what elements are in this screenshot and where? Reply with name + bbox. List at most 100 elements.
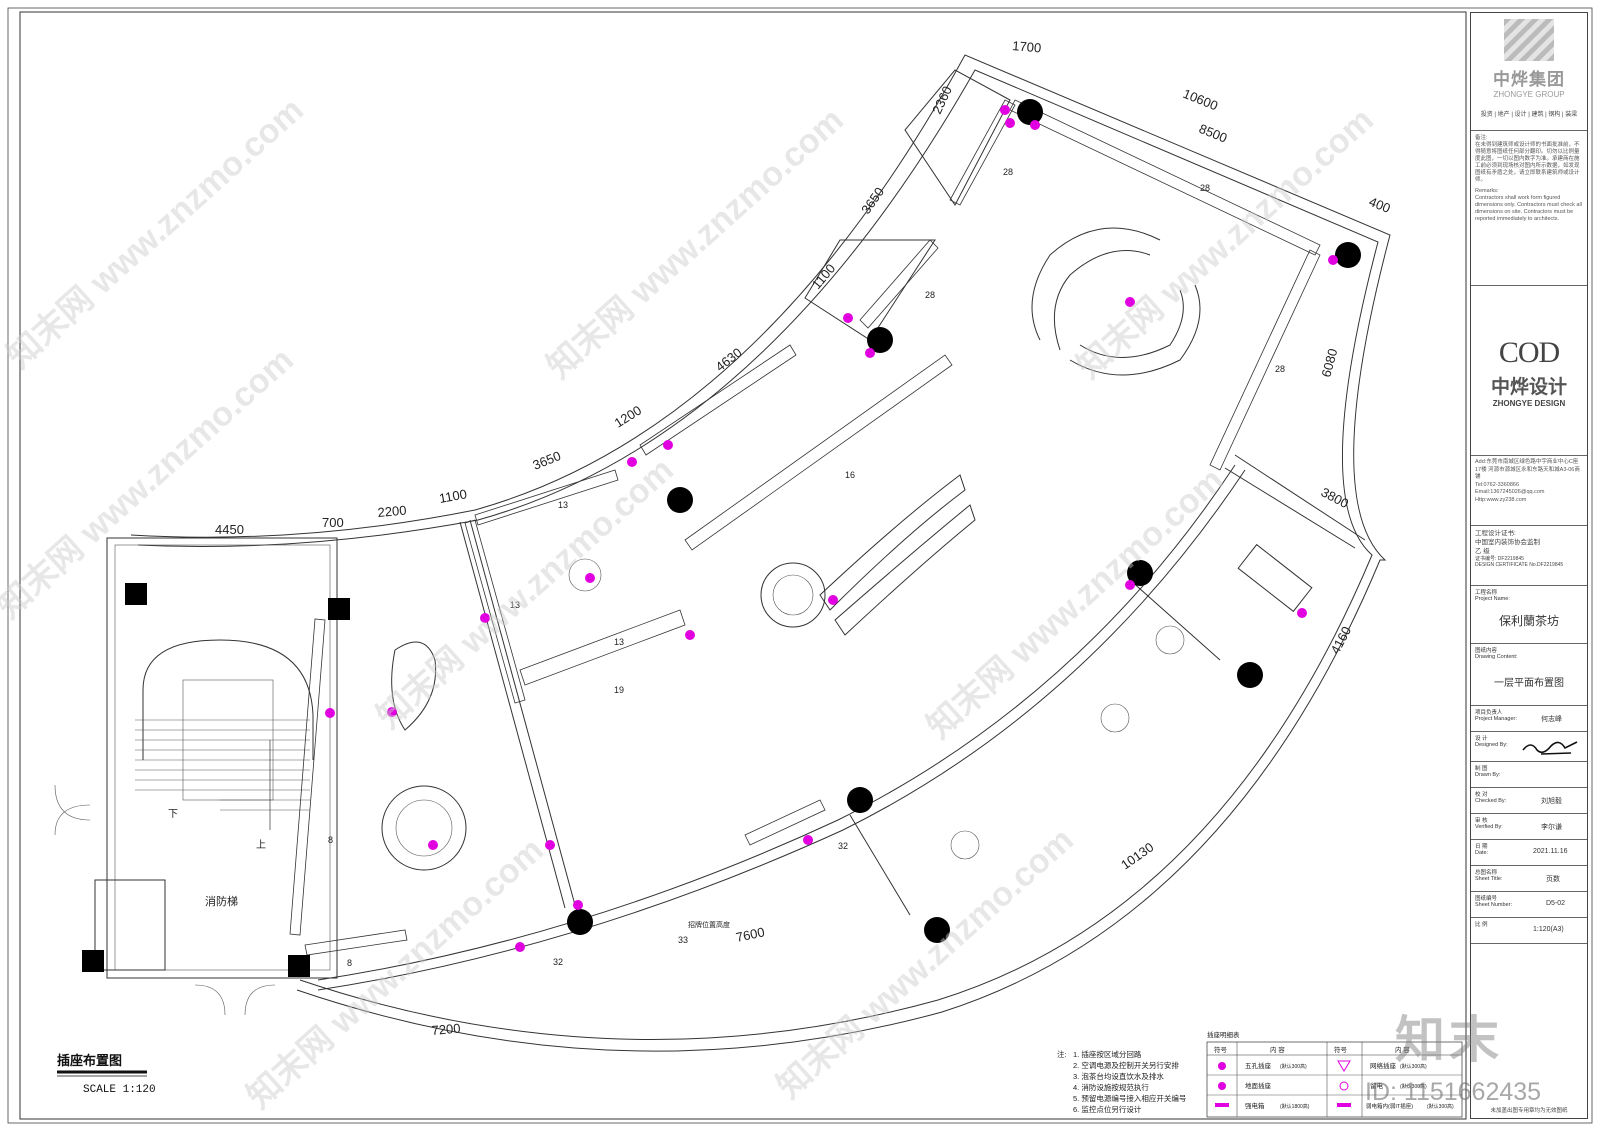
circuit-tag: 16 xyxy=(845,470,855,480)
designed-row: 设 计 Designed By: xyxy=(1471,732,1587,762)
note-item: 5. 预留电源编号接入相应开关编号 xyxy=(1073,1093,1186,1103)
sheet-number-label: 图纸编号 xyxy=(1475,896,1498,902)
door-swing-bottom xyxy=(194,984,276,1016)
drawn-row: 制 图 Drawn By: xyxy=(1471,762,1587,788)
drawing-scale: SCALE 1:120 xyxy=(83,1084,156,1096)
dim-4630: 4630 xyxy=(713,345,745,375)
dim-7600: 7600 xyxy=(735,924,766,945)
stair-label: 消防梯 xyxy=(205,894,238,908)
footer-note: 未加盖出图专用章均为无效图纸 xyxy=(1490,1108,1568,1114)
drawing-title: 插座布置图 xyxy=(57,1053,122,1068)
network-outlet-icon xyxy=(1337,1060,1351,1072)
legend-row-right: 网络插座 xyxy=(1370,1061,1397,1070)
watermark-text: 知末网 www.znzmo.com xyxy=(920,461,1231,746)
address: Add:东莞市南城区绿色路中宇商业中心C座17楼 河源市源城区永和东路天和城A3… xyxy=(1475,459,1580,480)
legend-title: 插座明细表 xyxy=(1207,1030,1240,1039)
group-logo-section: 中烨集团 ZHONGYE GROUP 投资 | 地产 | 设计 | 建筑 | 钢… xyxy=(1471,13,1587,131)
drawing-content-name: 一层平面布置图 xyxy=(1494,678,1564,689)
dim-10600: 10600 xyxy=(1181,86,1220,113)
cert-org: 中国室内装饰协会监制 xyxy=(1475,539,1540,546)
stair-down-label: 下 xyxy=(168,809,178,820)
dim-400: 400 xyxy=(1367,194,1393,216)
manager-name: 何志峰 xyxy=(1541,716,1562,723)
remarks-en-label: Remarks: xyxy=(1475,188,1499,194)
power-box-icon xyxy=(1215,1103,1229,1107)
circuit-tag: 28 xyxy=(925,290,935,300)
date-row: 日 期 Date: 2021.11.16 xyxy=(1471,840,1587,866)
drawing-content-label-en: Drawing Content: xyxy=(1475,654,1518,660)
door-swing-left xyxy=(54,784,91,836)
sign-height-note: 招牌位置高度 xyxy=(688,920,730,929)
tel: Tel:0762-3360866 xyxy=(1475,481,1520,488)
verified-name: 李尔谦 xyxy=(1541,824,1562,831)
website: Http:www.zy238.com xyxy=(1475,496,1527,503)
floor-plan-sheet: 1700 10600 8500 400 2360 3650 1100 4630 … xyxy=(0,7,1593,1124)
dim-3800: 3800 xyxy=(1319,484,1352,511)
circuit-tag: 28 xyxy=(1003,167,1013,177)
dim-4450: 4450 xyxy=(215,522,244,537)
watermark-text: 知末网 www.znzmo.com xyxy=(770,821,1081,1106)
dimensions: 1700 10600 8500 400 2360 3650 1100 4630 … xyxy=(215,38,1393,1038)
circuit-tag: 33 xyxy=(678,935,688,945)
legend-row-left: 五孔插座 xyxy=(1245,1061,1272,1070)
circuit-tag: 32 xyxy=(838,841,848,851)
watermark-text: 知末网 www.znzmo.com xyxy=(0,91,311,376)
reserved-power-icon xyxy=(1339,1081,1349,1091)
circuit-tag: 13 xyxy=(614,637,624,647)
watermark-text: 知末网 www.znzmo.com xyxy=(1070,101,1381,386)
certificate-section: 工程设计证书: 中国室内装饰协会监制 乙 级 证书编号: DF2219845 D… xyxy=(1471,526,1587,586)
remarks-section: 备注: 在未得到建筑师或设计师的书面批准前，不得随意将图纸任何部分翻印。切勿以比… xyxy=(1471,131,1587,286)
legend-row-left-note: (默认1800高) xyxy=(1280,1103,1310,1110)
stair-treads xyxy=(135,719,310,811)
circuit-tag: 8 xyxy=(328,835,333,845)
designer-signature xyxy=(1522,741,1578,755)
group-services: 投资 | 地产 | 设计 | 建筑 | 钢构 | 装梁 xyxy=(1480,112,1578,118)
watermark-layer: 知末网 www.znzmo.com 知末网 www.znzmo.com 知末网 … xyxy=(0,91,1381,1116)
sheet-number-label-en: Sheet Number: xyxy=(1475,902,1512,908)
note-item: 1. 插座按区域分回路 xyxy=(1073,1049,1142,1059)
verified-label: 审 核 xyxy=(1475,818,1488,824)
design-logo: COD xyxy=(1498,336,1560,369)
floor-outlet-icon xyxy=(1218,1082,1226,1090)
dim-1200: 1200 xyxy=(612,402,644,430)
design-logo-section: COD 中烨设计 ZHONGYE DESIGN xyxy=(1471,286,1587,456)
note-item: 6. 监控点位另行设计 xyxy=(1073,1104,1142,1114)
legend-header-content: 内 容 xyxy=(1270,1045,1285,1054)
cert-label: 工程设计证书: xyxy=(1475,530,1516,537)
general-notes: 注: 1. 插座按区域分回路 2. 空调电源及控制开关另行安排 3. 泡茶台均设… xyxy=(1057,1049,1186,1114)
design-name: 中烨设计 xyxy=(1490,377,1567,398)
back-room-2 xyxy=(904,69,1011,206)
verified-row: 审 核 Verified By: 李尔谦 xyxy=(1471,814,1587,840)
dim-2200: 2200 xyxy=(377,503,407,520)
dim-10130: 10130 xyxy=(1118,839,1156,872)
group-name-en: ZHONGYE GROUP xyxy=(1493,90,1565,99)
verified-label-en: Verified By: xyxy=(1475,824,1503,830)
checked-name: 刘旭毅 xyxy=(1541,798,1562,805)
notes-label: 注: xyxy=(1057,1049,1067,1059)
legend-row-left: 地面插座 xyxy=(1245,1081,1272,1090)
project-label: 工程名称 xyxy=(1475,590,1498,596)
watermark-text: 知末网 www.znzmo.com xyxy=(540,101,851,386)
partition-d2 xyxy=(1224,467,1356,549)
sheet-title-value: 页数 xyxy=(1546,876,1560,883)
circuit-tag: 28 xyxy=(1200,183,1210,193)
project-section: 工程名称 Project Name: 保利蘭茶坊 xyxy=(1471,586,1587,644)
dim-4160: 4160 xyxy=(1327,624,1354,657)
scale-label: 比 例 xyxy=(1475,922,1488,928)
dim-700: 700 xyxy=(322,515,344,530)
manager-label-en: Project Manager: xyxy=(1475,716,1517,722)
title-block: 中烨集团 ZHONGYE GROUP 投资 | 地产 | 设计 | 建筑 | 钢… xyxy=(1470,12,1588,1119)
drawing-content-section: 图纸内容 Drawing Content: 一层平面布置图 xyxy=(1471,644,1587,706)
stair-up-label: 上 xyxy=(256,839,266,851)
drawing-content-label: 图纸内容 xyxy=(1475,648,1498,654)
weak-box-icon xyxy=(1337,1103,1351,1107)
partition-c xyxy=(1129,579,1221,661)
outer-wall-inner xyxy=(137,69,1379,1040)
cert-grade: 乙 级 xyxy=(1475,548,1490,555)
remarks-cn-label: 备注: xyxy=(1475,135,1488,141)
design-name-en: ZHONGYE DESIGN xyxy=(1492,399,1566,408)
partition-b xyxy=(849,814,911,916)
watermark-text: 知末网 www.znzmo.com xyxy=(0,341,301,626)
sheet-number-value: D5-02 xyxy=(1546,900,1566,907)
legend-row-left: 强电箱 xyxy=(1245,1101,1265,1110)
